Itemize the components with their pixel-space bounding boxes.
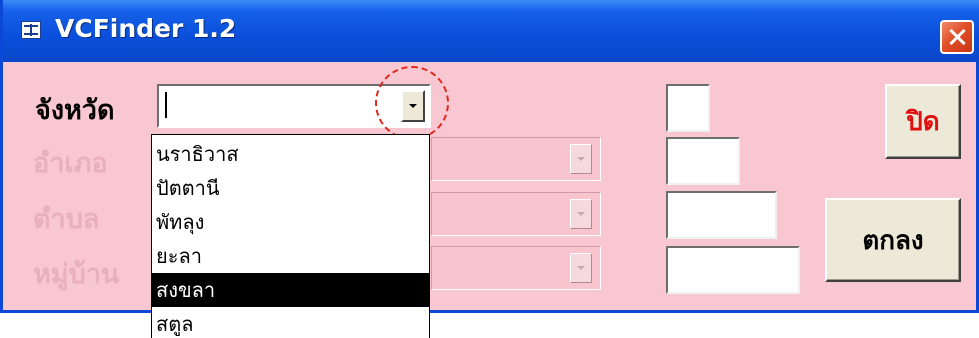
province-code-box[interactable]	[666, 84, 710, 132]
village-dropdown-button[interactable]	[570, 253, 592, 283]
vcfinder-window: VCFinder 1.2 จังหวัด อำเภอ ตำบล หมู่บ้าน	[0, 0, 979, 313]
dropdown-option[interactable]: นราธิวาส	[152, 137, 429, 171]
dropdown-option[interactable]: สตูล	[152, 307, 429, 338]
district-combo[interactable]	[431, 137, 601, 181]
village-label: หมู่บ้าน	[33, 259, 120, 290]
chevron-down-icon	[577, 212, 585, 216]
title-bar[interactable]: VCFinder 1.2	[3, 0, 979, 62]
dropdown-option[interactable]: ยะลา	[152, 239, 429, 273]
province-dropdown-list: นราธิวาส ปัตตานี พัทลุง ยะลา สงขลา สตูล	[151, 134, 430, 338]
ok-button[interactable]: ตกลง	[825, 198, 961, 282]
village-code-box[interactable]	[666, 246, 800, 294]
highlight-circle-annotation	[375, 66, 449, 140]
form-icon	[21, 21, 41, 39]
dropdown-option[interactable]: พัทลุง	[152, 205, 429, 239]
close-button[interactable]: ปิด	[885, 84, 961, 159]
province-label: จังหวัด	[35, 95, 115, 126]
subdistrict-label: ตำบล	[33, 204, 100, 235]
dropdown-option[interactable]: ปัตตานี	[152, 171, 429, 205]
subdistrict-combo[interactable]	[431, 192, 601, 236]
subdistrict-code-box[interactable]	[666, 191, 777, 239]
village-combo[interactable]	[431, 246, 601, 290]
subdistrict-dropdown-button[interactable]	[570, 199, 592, 229]
chevron-down-icon	[577, 157, 585, 161]
window-close-button[interactable]	[940, 20, 974, 54]
district-label: อำเภอ	[33, 148, 108, 179]
district-dropdown-button[interactable]	[570, 144, 592, 174]
text-caret	[165, 92, 167, 118]
dropdown-option-selected[interactable]: สงขลา	[152, 273, 429, 307]
window-title: VCFinder 1.2	[55, 14, 237, 43]
district-code-box[interactable]	[666, 137, 740, 185]
chevron-down-icon	[577, 266, 585, 270]
